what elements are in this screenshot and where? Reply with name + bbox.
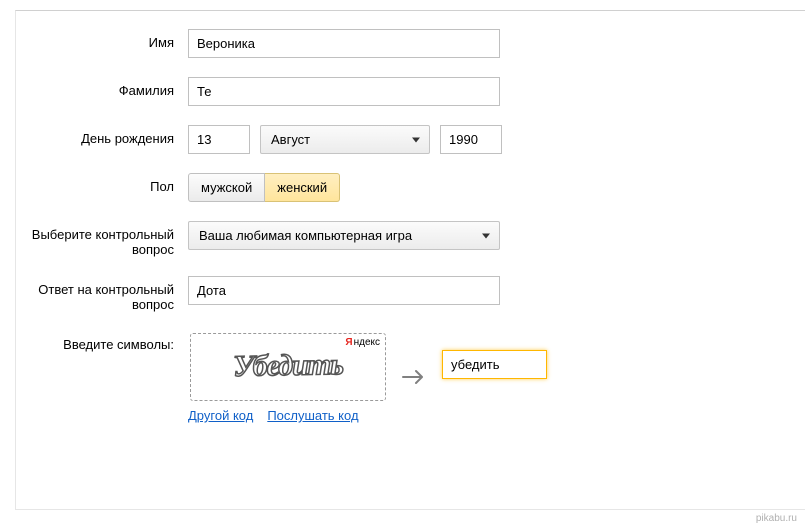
label-gender: Пол xyxy=(16,173,188,194)
label-birthday: День рождения xyxy=(16,125,188,146)
captcha-brand-rest: ндекс xyxy=(354,337,380,348)
chevron-down-icon xyxy=(482,233,490,238)
label-security-question: Выберите контрольный вопрос xyxy=(16,221,188,257)
row-first-name: Имя xyxy=(16,29,805,58)
label-first-name: Имя xyxy=(16,29,188,50)
row-security-question: Выберите контрольный вопрос Ваша любимая… xyxy=(16,221,805,257)
captcha-image: Яндекс Убедить xyxy=(188,331,388,403)
security-answer-input[interactable] xyxy=(188,276,500,305)
captcha-brand-letter: Я xyxy=(345,337,352,348)
birth-month-value: Август xyxy=(271,132,310,147)
row-captcha: Введите символы: Яндекс Убедить Другой к… xyxy=(16,331,805,423)
last-name-input[interactable] xyxy=(188,77,500,106)
arrow-right-icon xyxy=(400,362,430,392)
birth-year-input[interactable] xyxy=(440,125,502,154)
captcha-link-listen[interactable]: Послушать код xyxy=(267,408,358,423)
birth-day-input[interactable] xyxy=(188,125,250,154)
chevron-down-icon xyxy=(412,137,420,142)
first-name-input[interactable] xyxy=(188,29,500,58)
birth-month-select[interactable]: Август xyxy=(260,125,430,154)
gender-toggle: мужской женский xyxy=(188,173,340,202)
gender-male-button[interactable]: мужской xyxy=(188,173,265,202)
label-security-answer: Ответ на контрольный вопрос xyxy=(16,276,188,312)
security-question-value: Ваша любимая компьютерная игра xyxy=(199,228,412,243)
label-captcha: Введите символы: xyxy=(16,331,188,352)
gender-female-button[interactable]: женский xyxy=(265,173,340,202)
registration-form: Имя Фамилия День рождения Август Пол муж… xyxy=(15,10,805,510)
row-security-answer: Ответ на контрольный вопрос xyxy=(16,276,805,312)
row-last-name: Фамилия xyxy=(16,77,805,106)
captcha-brand: Яндекс xyxy=(345,337,380,348)
row-birthday: День рождения Август xyxy=(16,125,805,154)
captcha-input[interactable] xyxy=(442,350,547,379)
row-gender: Пол мужской женский xyxy=(16,173,805,202)
security-question-select[interactable]: Ваша любимая компьютерная игра xyxy=(188,221,500,250)
label-last-name: Фамилия xyxy=(16,77,188,98)
watermark: pikabu.ru xyxy=(756,513,797,524)
captcha-link-other[interactable]: Другой код xyxy=(188,408,253,423)
captcha-word: Убедить xyxy=(233,348,343,384)
divider xyxy=(15,509,805,510)
